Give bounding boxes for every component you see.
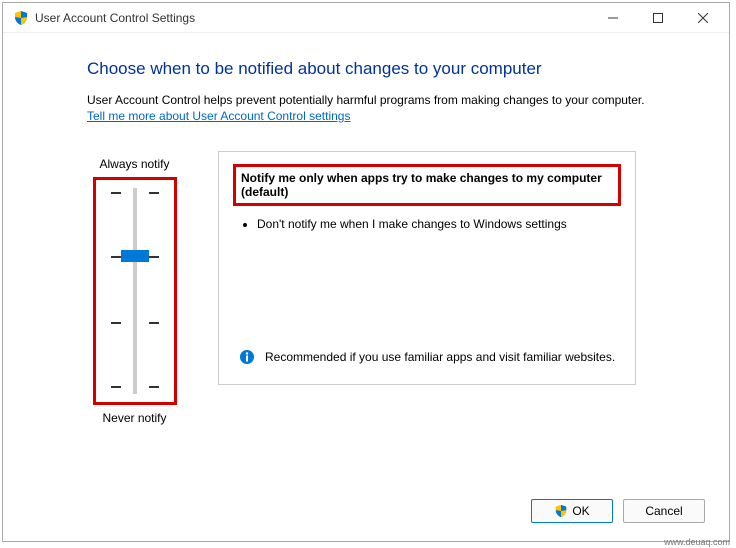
info-title: Notify me only when apps try to make cha… — [241, 171, 613, 199]
ok-label: OK — [572, 504, 589, 518]
body-area: Always notify Never notify — [87, 151, 695, 431]
content-area: Choose when to be notified about changes… — [3, 33, 729, 431]
shield-icon — [554, 504, 568, 518]
slider-tick — [149, 322, 159, 324]
slider-label-always: Always notify — [87, 157, 182, 171]
maximize-button[interactable] — [635, 3, 680, 32]
slider-tick — [149, 256, 159, 258]
slider-tick — [111, 256, 121, 258]
slider-tick — [149, 386, 159, 388]
uac-window: User Account Control Settings Choose whe… — [2, 2, 730, 542]
cancel-button[interactable]: Cancel — [623, 499, 705, 523]
close-button[interactable] — [680, 3, 725, 32]
slider-tick — [111, 322, 121, 324]
titlebar: User Account Control Settings — [3, 3, 729, 33]
minimize-button[interactable] — [590, 3, 635, 32]
recommendation: Recommended if you use familiar apps and… — [239, 349, 621, 366]
info-bullet: Don't notify me when I make changes to W… — [257, 216, 621, 233]
slider-tick — [111, 386, 121, 388]
slider-label-never: Never notify — [87, 411, 182, 425]
slider-tick — [149, 192, 159, 194]
help-link[interactable]: Tell me more about User Account Control … — [87, 109, 350, 123]
info-title-box: Notify me only when apps try to make cha… — [233, 164, 621, 206]
notification-slider[interactable] — [93, 177, 177, 405]
window-controls — [590, 3, 725, 32]
info-panel: Notify me only when apps try to make cha… — [218, 151, 636, 385]
cancel-label: Cancel — [645, 504, 682, 518]
page-heading: Choose when to be notified about changes… — [87, 59, 695, 79]
shield-icon — [13, 10, 29, 26]
info-list: Don't notify me when I make changes to W… — [257, 216, 621, 233]
slider-column: Always notify Never notify — [87, 151, 182, 431]
slider-track — [133, 188, 137, 394]
slider-tick — [111, 192, 121, 194]
info-icon — [239, 349, 255, 365]
recommendation-text: Recommended if you use familiar apps and… — [265, 349, 615, 366]
window-title: User Account Control Settings — [35, 11, 590, 25]
slider-thumb[interactable] — [121, 250, 149, 262]
ok-button[interactable]: OK — [531, 499, 613, 523]
dialog-footer: OK Cancel — [531, 499, 705, 523]
page-description: User Account Control helps prevent poten… — [87, 93, 695, 107]
